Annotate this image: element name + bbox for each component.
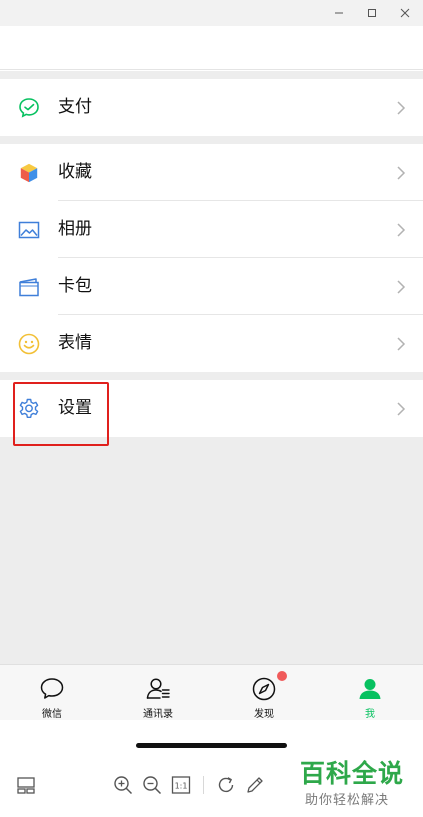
tab-chats[interactable]: 微信	[22, 665, 82, 721]
chevron-right-icon	[397, 223, 406, 237]
actual-size-label: 1:1	[175, 782, 188, 791]
bottom-tab-bar: 微信 通讯录 发现 我	[0, 664, 423, 720]
edit-pencil-icon[interactable]	[244, 774, 266, 796]
tab-label: 微信	[42, 709, 62, 720]
menu-item-stickers[interactable]: 表情	[0, 315, 423, 372]
contacts-icon	[146, 678, 170, 699]
tab-label: 我	[365, 709, 375, 720]
home-indicator	[136, 743, 287, 748]
me-page-content: 支付 收藏 相册 卡包 表情 设置	[0, 71, 423, 664]
menu-item-label: 支付	[58, 97, 92, 117]
compass-icon	[252, 677, 276, 701]
card-wallet-icon	[19, 278, 39, 297]
close-icon[interactable]	[393, 3, 417, 23]
smiley-icon	[18, 333, 40, 355]
tab-contacts[interactable]: 通讯录	[128, 665, 188, 721]
page-header	[0, 26, 423, 70]
chevron-right-icon	[397, 101, 406, 115]
menu-item-label: 收藏	[58, 162, 92, 182]
menu-item-label: 相册	[58, 219, 92, 239]
layout-icon[interactable]	[15, 774, 37, 796]
minimize-icon[interactable]	[327, 3, 351, 23]
chevron-right-icon	[397, 337, 406, 351]
settings-highlight-box	[13, 382, 109, 446]
tab-me[interactable]: 我	[340, 665, 400, 721]
person-icon	[359, 679, 381, 699]
chevron-right-icon	[397, 280, 406, 294]
wechat-pay-icon	[19, 98, 39, 118]
menu-item-label: 卡包	[58, 276, 92, 296]
tab-label: 通讯录	[143, 709, 173, 720]
album-image-icon	[18, 221, 40, 239]
notification-dot	[277, 671, 287, 681]
menu-item-cards[interactable]: 卡包	[0, 258, 423, 315]
rotate-icon[interactable]	[215, 774, 237, 796]
menu-item-label: 表情	[58, 333, 92, 353]
zoom-out-icon[interactable]	[141, 774, 163, 796]
zoom-in-icon[interactable]	[112, 774, 134, 796]
watermark-subtitle: 助你轻松解决	[305, 793, 390, 808]
watermark-title: 百科全说	[300, 759, 405, 788]
menu-item-album[interactable]: 相册	[0, 201, 423, 258]
chevron-right-icon	[397, 166, 406, 180]
favorites-cube-icon	[20, 163, 38, 183]
chevron-right-icon	[397, 402, 406, 416]
chat-bubble-icon	[40, 678, 64, 699]
window-titlebar	[0, 0, 423, 26]
services-group: 收藏 相册 卡包 表情	[0, 144, 423, 372]
tab-label: 发现	[254, 709, 274, 720]
watermark-logo: 百科全说 助你轻松解决	[292, 752, 414, 812]
menu-item-pay[interactable]: 支付	[0, 79, 423, 136]
toolbar-divider	[203, 776, 204, 794]
tab-discover[interactable]: 发现	[234, 665, 294, 721]
pay-group: 支付	[0, 79, 423, 136]
actual-size-icon[interactable]: 1:1	[170, 774, 192, 796]
menu-item-favorites[interactable]: 收藏	[0, 144, 423, 201]
maximize-icon[interactable]	[360, 3, 384, 23]
